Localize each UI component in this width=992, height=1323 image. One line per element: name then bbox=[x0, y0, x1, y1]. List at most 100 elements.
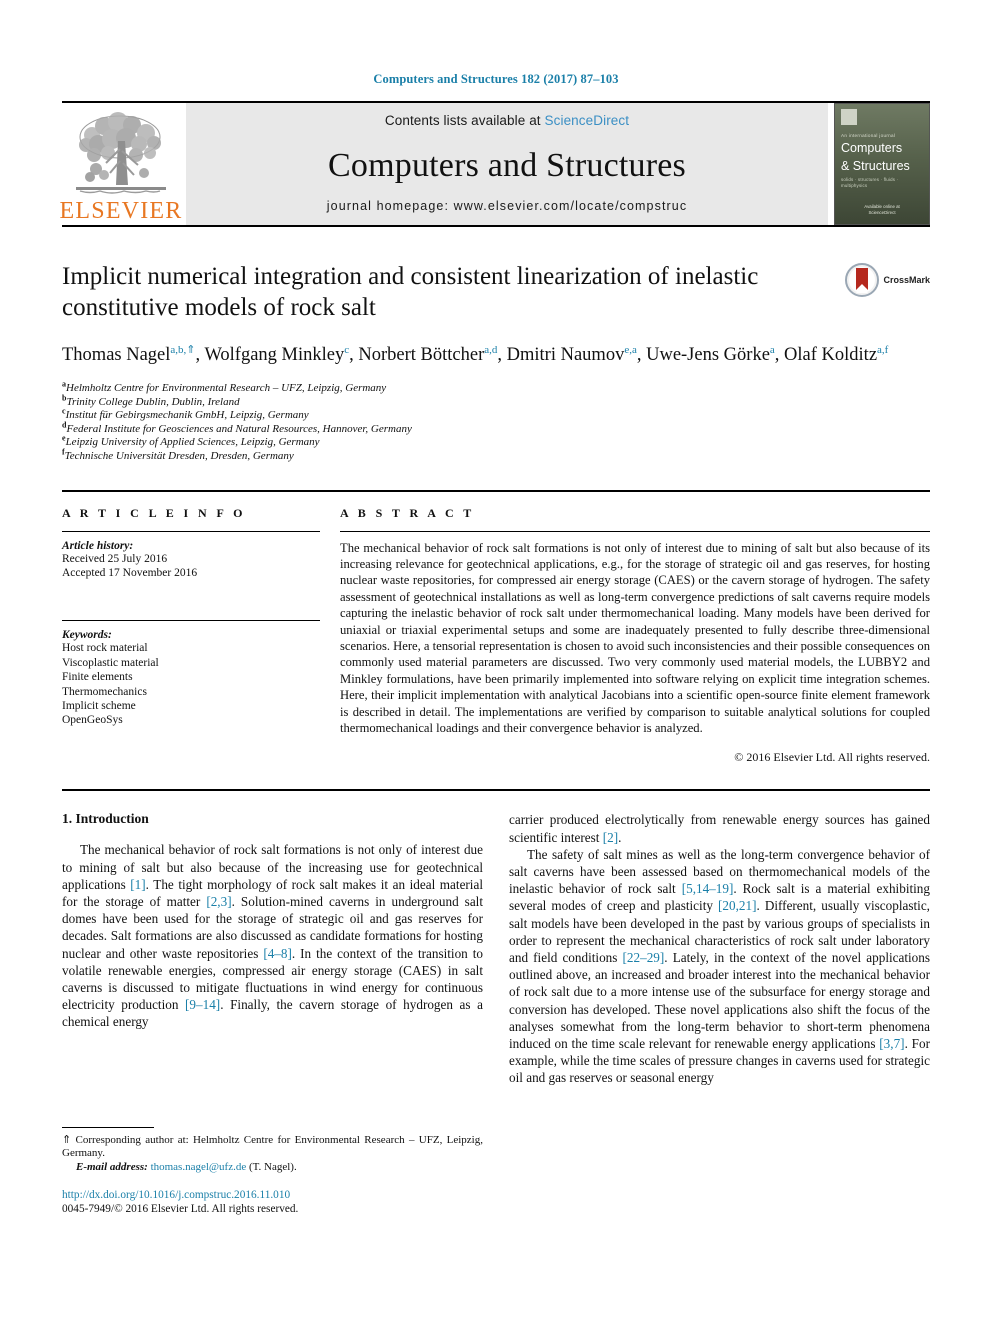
affiliation-list: aHelmholtz Centre for Environmental Rese… bbox=[62, 380, 930, 464]
author-name: Norbert Böttcher bbox=[358, 345, 485, 365]
abstract-copyright: © 2016 Elsevier Ltd. All rights reserved… bbox=[734, 750, 930, 765]
keyword-item: Thermomechanics bbox=[62, 685, 147, 698]
citation-ref[interactable]: [20,21] bbox=[718, 898, 756, 913]
citation-ref[interactable]: [2] bbox=[603, 830, 618, 845]
citation-ref[interactable]: [9–14] bbox=[185, 997, 220, 1012]
email-footnote: E-mail address: thomas.nagel@ufz.de (T. … bbox=[62, 1161, 483, 1175]
author-name: Olaf Kolditz bbox=[784, 345, 878, 365]
info-abstract-region: A R T I C L E I N F O Article history: R… bbox=[62, 489, 930, 766]
affiliation-text: Institut für Gebirgsmechanik GmbH, Leipz… bbox=[65, 409, 309, 422]
cover-publisher-badge-icon bbox=[841, 109, 857, 125]
email-suffix: (T. Nagel). bbox=[246, 1160, 297, 1173]
author-name: Thomas Nagel bbox=[62, 345, 171, 365]
keyword-item: Viscoplastic material bbox=[62, 656, 159, 669]
citation-ref[interactable]: [5,14–19] bbox=[682, 881, 734, 896]
email-label: E-mail address: bbox=[76, 1160, 148, 1173]
elsevier-wordmark: ELSEVIER bbox=[59, 198, 183, 224]
title-block: Implicit numerical integration and consi… bbox=[62, 261, 930, 368]
author-item: Thomas Nagela,b,⇑, bbox=[62, 343, 204, 365]
author-item: Wolfgang Minkleyc, bbox=[204, 344, 359, 365]
citation-ref[interactable]: [2,3] bbox=[206, 894, 231, 909]
author-name: Dmitri Naumov bbox=[506, 345, 625, 365]
crossmark-icon bbox=[845, 263, 880, 297]
abstract-divider bbox=[340, 530, 930, 532]
author-list: Thomas Nagela,b,⇑, Wolfgang Minkleyc, No… bbox=[62, 343, 892, 368]
article-info-heading: A R T I C L E I N F O bbox=[62, 505, 246, 520]
author-affil-marker: e,a bbox=[624, 343, 637, 356]
running-head: Computers and Structures 182 (2017) 87–1… bbox=[373, 72, 619, 86]
article-info-column: A R T I C L E I N F O Article history: R… bbox=[62, 506, 340, 766]
sciencedirect-link[interactable]: ScienceDirect bbox=[545, 113, 630, 128]
citation-ref[interactable]: [4–8] bbox=[263, 946, 292, 961]
affiliation-item: dFederal Institute for Geosciences and N… bbox=[62, 421, 930, 437]
crossmark-badge[interactable]: CrossMark bbox=[845, 263, 930, 297]
article-info-divider bbox=[62, 530, 320, 532]
citation-ref[interactable]: [1] bbox=[130, 877, 145, 892]
affiliation-text: Helmholtz Centre for Environmental Resea… bbox=[66, 382, 387, 394]
masthead-bottom-rule bbox=[62, 225, 930, 227]
corresponding-author-footnote: ⇑ Corresponding author at: Helmholtz Cen… bbox=[62, 1134, 483, 1161]
paragraph: The safety of salt mines as well as the … bbox=[509, 846, 930, 1087]
journal-masthead: ELSEVIER Contents lists available at Sci… bbox=[59, 101, 930, 225]
cover-footer: Available online at ScienceDirect bbox=[835, 204, 929, 216]
keyword-item: Implicit scheme bbox=[62, 700, 136, 712]
body-column-left: 1. Introduction The mechanical behavior … bbox=[62, 811, 483, 1216]
keyword-item: Finite elements bbox=[62, 671, 133, 684]
author-item: Olaf Kolditza,f bbox=[784, 343, 889, 365]
elsevier-tree-icon bbox=[76, 112, 166, 194]
author-item: Dmitri Naumove,a, bbox=[506, 343, 647, 365]
body-top-rule bbox=[62, 789, 930, 792]
cover-footer-line2: ScienceDirect bbox=[868, 210, 896, 215]
author-sep: , bbox=[636, 345, 647, 365]
page-title: Implicit numerical integration and consi… bbox=[62, 263, 759, 321]
masthead-center-panel: Contents lists available at ScienceDirec… bbox=[186, 103, 828, 225]
keyword-item: Host rock material bbox=[62, 642, 148, 655]
body-column-right: carrier produced electrolytically from r… bbox=[509, 811, 930, 1216]
keywords-divider bbox=[62, 620, 320, 622]
doi-link[interactable]: http://dx.doi.org/10.1016/j.compstruc.20… bbox=[62, 1188, 483, 1202]
cover-issn-line: An international journal bbox=[841, 133, 896, 138]
keyword-item: OpenGeoSys bbox=[62, 714, 123, 727]
article-history-label: Article history: bbox=[62, 539, 134, 552]
contents-lists-prefix: Contents lists available at bbox=[384, 113, 545, 128]
author-name: Wolfgang Minkley bbox=[204, 345, 345, 365]
author-affil-marker: a,b, bbox=[170, 343, 187, 356]
footnote-region: ⇑ Corresponding author at: Helmholtz Cen… bbox=[62, 1126, 483, 1217]
paragraph-text: . bbox=[618, 829, 622, 845]
section-heading-introduction: 1. Introduction bbox=[62, 811, 149, 827]
journal-article-page: Computers and Structures 182 (2017) 87–1… bbox=[0, 0, 992, 1323]
affiliation-text: Leipzig University of Applied Sciences, … bbox=[65, 436, 320, 449]
crossmark-label: CrossMark bbox=[883, 275, 930, 285]
author-item: Norbert Böttchera,d, bbox=[358, 344, 507, 365]
cover-subtitle: solids · structures · fluids · multiphys… bbox=[841, 177, 899, 188]
elsevier-logo: ELSEVIER bbox=[59, 103, 183, 225]
article-history-received: Received 25 July 2016 bbox=[62, 552, 168, 565]
email-link[interactable]: thomas.nagel@ufz.de bbox=[151, 1161, 247, 1173]
author-sep: , bbox=[497, 345, 507, 365]
author-item: Uwe-Jens Görkea, bbox=[646, 344, 784, 365]
paragraph: The mechanical behavior of rock salt for… bbox=[62, 841, 483, 1030]
citation-ref[interactable]: [3,7] bbox=[879, 1036, 904, 1051]
citation-ref[interactable]: [22–29] bbox=[623, 950, 665, 965]
abstract-text: The mechanical behavior of rock salt for… bbox=[340, 540, 930, 736]
author-name: Uwe-Jens Görke bbox=[646, 345, 770, 365]
issn-copyright-line: 0045-7949/© 2016 Elsevier Ltd. All right… bbox=[62, 1203, 299, 1216]
article-history-accepted: Accepted 17 November 2016 bbox=[62, 566, 198, 579]
affiliation-item: fTechnische Universität Dresden, Dresden… bbox=[62, 448, 930, 464]
corresponding-author-marker: ⇑ bbox=[186, 343, 196, 356]
cover-title-line1: Computers bbox=[841, 141, 903, 155]
affiliation-text: Federal Institute for Geosciences and Na… bbox=[66, 422, 412, 435]
journal-cover-thumbnail: An international journal Computers & Str… bbox=[834, 103, 930, 225]
abstract-column: A B S T R A C T The mechanical behavior … bbox=[340, 506, 930, 766]
paragraph-text: carrier produced electrolytically from r… bbox=[509, 812, 930, 845]
paragraph: carrier produced electrolytically from r… bbox=[509, 811, 930, 845]
footnote-rule bbox=[62, 1126, 154, 1128]
keywords-block: Keywords: Host rock material Viscoplasti… bbox=[62, 620, 320, 727]
author-sep: , bbox=[349, 345, 359, 365]
affiliation-item: bTrinity College Dublin, Dublin, Ireland bbox=[62, 393, 930, 410]
cover-title-line2: & Structures bbox=[841, 158, 910, 173]
journal-homepage-link[interactable]: journal homepage: www.elsevier.com/locat… bbox=[327, 199, 687, 213]
affiliation-item: cInstitut für Gebirgsmechanik GmbH, Leip… bbox=[62, 407, 930, 423]
corresponding-author-symbol: ⇑ bbox=[62, 1133, 72, 1146]
author-affil-marker: a,f bbox=[877, 343, 889, 356]
